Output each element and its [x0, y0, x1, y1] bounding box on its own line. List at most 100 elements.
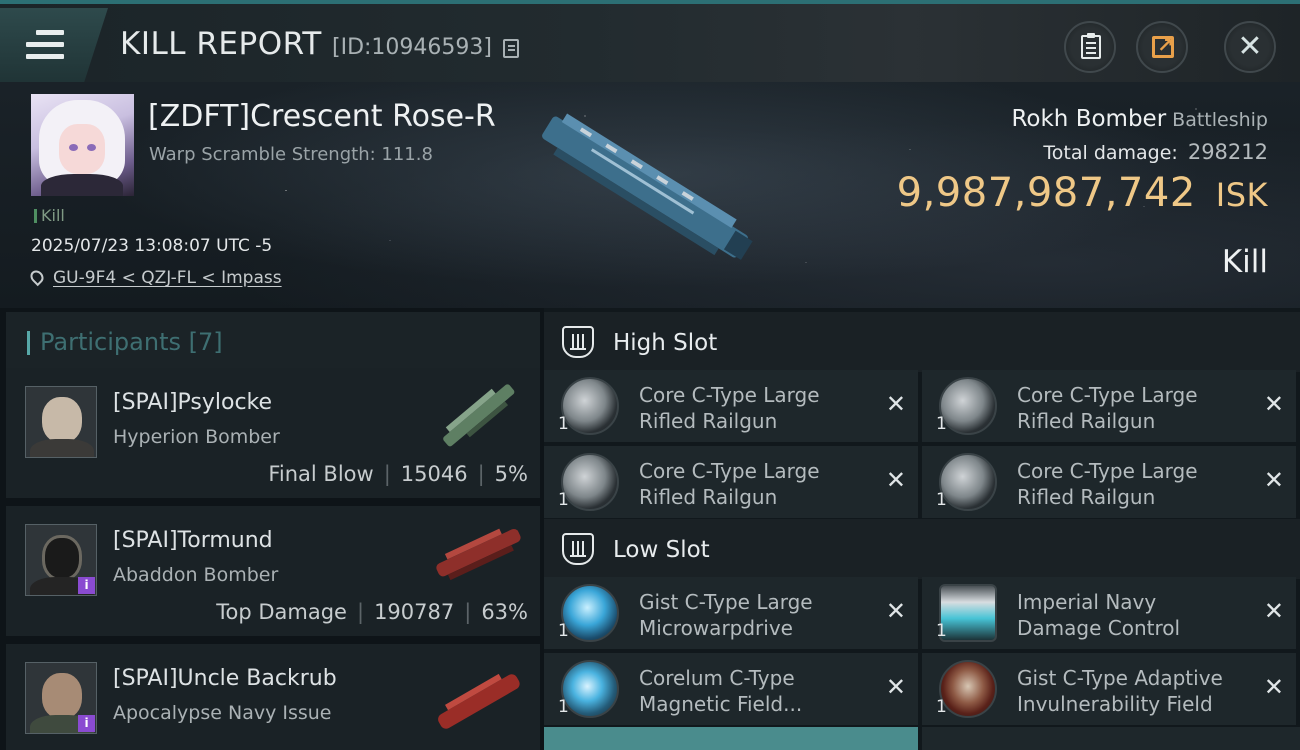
participant-row[interactable]: i [SPAI]Tormund Abaddon Bomber Top Damag… — [6, 506, 540, 636]
participant-avatar[interactable]: i — [25, 662, 97, 734]
participant-name: [SPAI]Uncle Backrub — [113, 666, 337, 691]
close-icon: ✕ — [1237, 29, 1263, 64]
module-item[interactable]: 1 Gist C-Type Large Microwarpdrive ✕ — [544, 577, 918, 649]
magnetic-field-icon — [561, 660, 619, 718]
railgun-icon — [939, 453, 997, 511]
participant-stats: Top Damage | 190787 | 63% — [216, 600, 528, 624]
victim-summary: [ZDFT]Crescent Rose-R Warp Scramble Stre… — [0, 82, 1300, 308]
victim-name: [ZDFT]Crescent Rose-R — [148, 99, 496, 134]
module-name: Corelum C-Type Magnetic Field... — [639, 666, 803, 716]
participant-avatar[interactable] — [25, 386, 97, 458]
low-slot-header: Low Slot — [544, 519, 1300, 579]
module-destroyed-icon: ✕ — [1263, 390, 1284, 418]
module-item[interactable]: 1 Corelum C-Type Magnetic Field... ✕ — [544, 653, 918, 725]
module-item[interactable]: 1 Gist C-Type Adaptive Invulnerability Fi… — [922, 653, 1296, 725]
participant-ship-image — [436, 528, 521, 581]
module-destroyed-icon: ✕ — [1263, 597, 1284, 625]
module-item[interactable]: 1 Core C-Type Large Rifled Railgun ✕ — [544, 370, 918, 442]
railgun-icon — [561, 377, 619, 435]
module-quantity: 1 — [558, 697, 569, 717]
ship-name: Rokh Bomber — [1011, 106, 1167, 132]
module-name: Gist C-Type Adaptive Invulnerability Fiel… — [1017, 666, 1223, 716]
participant-row[interactable]: [SPAI]Psylocke Hyperion Bomber Final Blo… — [6, 368, 540, 498]
railgun-icon — [939, 377, 997, 435]
participants-title: Participants [7] — [40, 328, 223, 356]
invulnerability-field-icon — [939, 660, 997, 718]
copy-id-icon[interactable] — [503, 39, 519, 58]
location-text[interactable]: GU-9F4 < QZJ-FL < Impass — [53, 268, 282, 288]
participant-damage: 190787 — [374, 600, 455, 624]
participant-ship: Apocalypse Navy Issue — [113, 702, 332, 724]
module-destroyed-icon: ✕ — [885, 390, 906, 418]
location-link[interactable]: GU-9F4 < QZJ-FL < Impass — [27, 267, 282, 288]
share-icon — [1152, 33, 1174, 58]
module-item[interactable]: 1 Core C-Type Large Rifled Railgun ✕ — [544, 446, 918, 518]
participant-percent: 5% — [494, 462, 528, 486]
participant-stats: Final Blow | 15046 | 5% — [268, 462, 528, 486]
menu-button[interactable] — [0, 8, 108, 82]
module-name: Core C-Type Large Rifled Railgun — [1017, 459, 1198, 509]
module-quantity: 1 — [936, 490, 947, 510]
warp-scramble-strength: Warp Scramble Strength: 111.8 — [149, 144, 433, 165]
victim-ship-type: Rokh Bomber Battleship — [1011, 106, 1268, 132]
location-pin-icon — [27, 267, 47, 287]
module-item[interactable]: 1 Imperial Navy Damage Control ✕ — [922, 577, 1296, 649]
kill-timestamp: 2025/07/23 13:08:07 UTC -5 — [31, 236, 273, 256]
info-badge: i — [78, 577, 95, 594]
module-name: Imperial Navy Damage Control — [1017, 590, 1181, 640]
railgun-icon — [561, 453, 619, 511]
module-name: Core C-Type Large Rifled Railgun — [639, 459, 820, 509]
high-slot-icon — [562, 326, 594, 358]
top-bar: KILL REPORT [ID:10946593] ✕ — [0, 0, 1300, 82]
high-slot-header: High Slot — [544, 312, 1300, 372]
module-destroyed-icon: ✕ — [885, 673, 906, 701]
fittings-panel: High Slot 1 Core C-Type Large Rifled Rail… — [544, 308, 1300, 750]
close-button[interactable]: ✕ — [1224, 21, 1276, 73]
module-item[interactable]: 1 Core C-Type Large Rifled Railgun ✕ — [922, 370, 1296, 442]
participant-percent: 63% — [481, 600, 528, 624]
module-quantity: 1 — [936, 697, 947, 717]
participants-count: [7] — [188, 328, 223, 356]
participant-role: Final Blow — [268, 462, 374, 486]
clipboard-button[interactable] — [1064, 21, 1116, 73]
total-damage-label: Total damage: — [1043, 142, 1178, 164]
module-destroyed-icon: ✕ — [1263, 466, 1284, 494]
module-item-highlighted[interactable] — [544, 727, 918, 750]
kill-tag: Kill — [34, 206, 65, 225]
participant-ship-image — [443, 384, 515, 447]
module-destroyed-icon: ✕ — [885, 597, 906, 625]
participant-name: [SPAI]Psylocke — [113, 390, 273, 415]
microwarpdrive-icon — [561, 584, 619, 642]
module-quantity: 1 — [558, 490, 569, 510]
low-slot-title: Low Slot — [613, 537, 710, 563]
victim-avatar[interactable] — [31, 94, 134, 196]
module-row-partial — [544, 727, 1300, 750]
info-badge: i — [78, 715, 95, 732]
module-quantity: 1 — [558, 414, 569, 434]
low-slot-icon — [562, 533, 594, 565]
module-destroyed-icon: ✕ — [885, 466, 906, 494]
isk-value: 9,987,987,742 ISK — [897, 170, 1268, 216]
report-id: [ID:10946593] — [332, 35, 492, 60]
participant-row[interactable]: i [SPAI]Uncle Backrub Apocalypse Navy Is… — [6, 644, 540, 750]
participant-damage: 15046 — [400, 462, 468, 486]
total-damage: Total damage: 298212 — [1043, 140, 1268, 164]
share-button[interactable] — [1136, 21, 1188, 73]
damage-control-icon — [939, 584, 997, 642]
hamburger-icon — [26, 30, 64, 60]
module-name: Gist C-Type Large Microwarpdrive — [639, 590, 813, 640]
page-title: KILL REPORT — [120, 26, 322, 62]
participant-name: [SPAI]Tormund — [113, 528, 273, 553]
participant-ship: Hyperion Bomber — [113, 426, 280, 448]
module-name: Core C-Type Large Rifled Railgun — [1017, 383, 1198, 433]
module-item[interactable]: 1 Core C-Type Large Rifled Railgun ✕ — [922, 446, 1296, 518]
clipboard-icon — [1081, 33, 1101, 59]
high-slot-title: High Slot — [613, 330, 718, 356]
module-item[interactable] — [922, 727, 1300, 750]
participant-role: Top Damage — [216, 600, 347, 624]
isk-amount: 9,987,987,742 — [896, 170, 1196, 216]
participant-avatar[interactable]: i — [25, 524, 97, 596]
module-quantity: 1 — [936, 621, 947, 641]
module-name: Core C-Type Large Rifled Railgun — [639, 383, 820, 433]
module-quantity: 1 — [936, 414, 947, 434]
